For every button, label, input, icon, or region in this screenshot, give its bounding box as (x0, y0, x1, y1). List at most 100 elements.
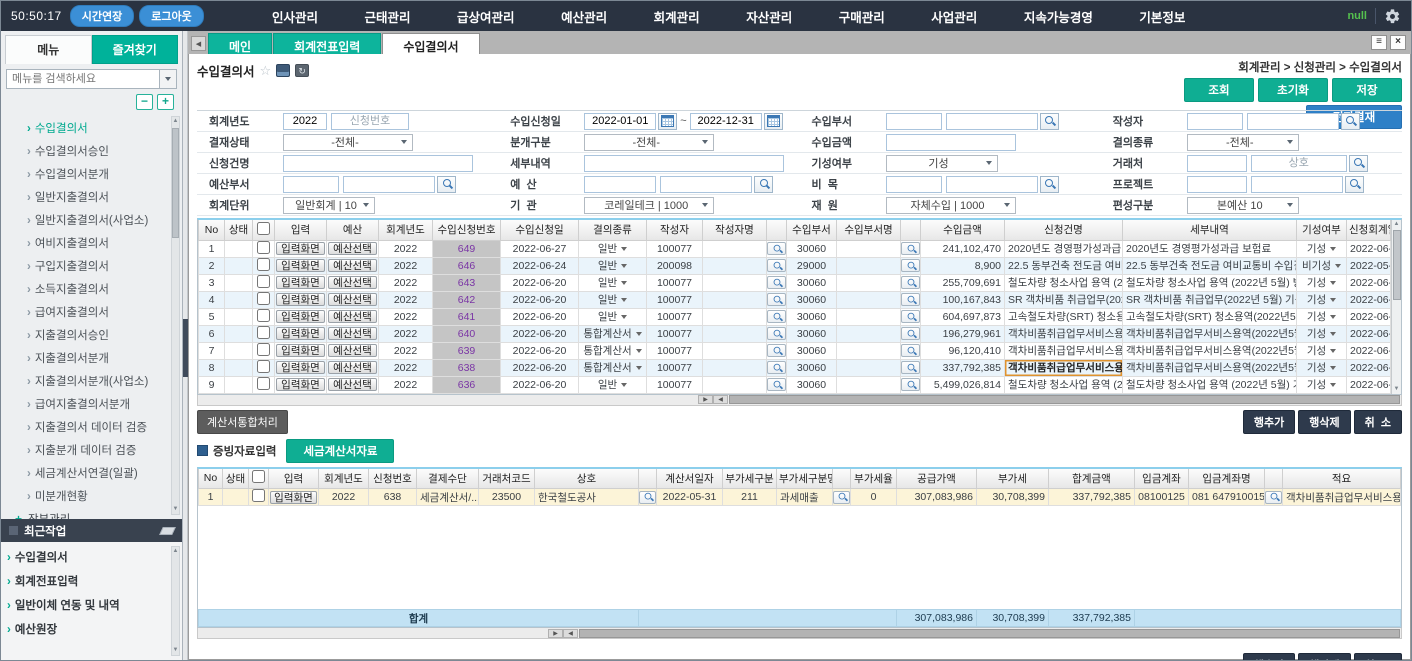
decision-type-cell-select[interactable]: 일반 (579, 240, 647, 257)
tree-item[interactable]: ›여비지출결의서 (27, 231, 168, 254)
budget-select-button[interactable]: 예산선택 (328, 327, 377, 340)
scroll-right-icon[interactable]: ▶ (548, 629, 563, 638)
scroll-down-icon[interactable]: ▼ (1394, 385, 1400, 394)
budget-select-button[interactable]: 예산선택 (328, 344, 377, 357)
tree-item[interactable]: ›지출분개 데이터 검증 (27, 438, 168, 461)
application-title-input[interactable] (283, 155, 473, 172)
cell-application-title[interactable]: 객차비품취급업무서비스용... (1005, 325, 1123, 342)
menu-assets[interactable]: 자산관리 (746, 7, 792, 26)
extend-time-button[interactable]: 시간연장 (70, 5, 134, 27)
scroll-right-icon[interactable]: ▶ (698, 395, 713, 404)
decision-type-cell-select[interactable]: 일반 (579, 308, 647, 325)
save-button[interactable]: 저장 (1332, 78, 1402, 102)
cell-application-title[interactable]: 객차비품취급업무서비스용역 (1005, 359, 1123, 376)
expense-item-code-input[interactable] (886, 176, 942, 193)
magnifier-icon[interactable] (901, 293, 920, 306)
decision-type-cell-select[interactable]: 일반 (579, 291, 647, 308)
decision-type-select[interactable]: -전체- (1187, 134, 1299, 151)
row-checkbox[interactable] (257, 241, 270, 254)
writer-code-input[interactable] (1187, 113, 1243, 130)
recent-item[interactable]: ›회계전표입력 (7, 569, 178, 593)
select-all-checkbox[interactable] (252, 470, 265, 483)
cell-application-title[interactable]: 고속철도차량(SRT) 청소용... (1005, 308, 1123, 325)
magnifier-icon[interactable] (1341, 113, 1360, 130)
scroll-thumb[interactable] (579, 629, 1400, 638)
tree-item[interactable]: ›미분개현황 (27, 484, 168, 507)
magnifier-icon[interactable] (901, 378, 920, 391)
tree-item[interactable]: +장부관리 (15, 507, 168, 519)
row-checkbox[interactable] (257, 360, 270, 373)
budget-select-button[interactable]: 예산선택 (328, 378, 377, 391)
application-no-input[interactable] (331, 113, 409, 130)
scroll-down-icon[interactable]: ▼ (173, 646, 179, 655)
sidebar-tab-menu[interactable]: 메뉴 (5, 35, 92, 64)
grid1-row[interactable]: 5 입력화면 예산선택 2022 641 2022-06-20 일반 1 (199, 308, 1391, 325)
input-screen-button[interactable]: 입력화면 (276, 276, 325, 289)
cancel-button[interactable]: 취 소 (1354, 410, 1402, 434)
decision-type-cell-select[interactable]: 통합계산서 (579, 342, 647, 359)
writer-name-input[interactable] (1247, 113, 1339, 130)
tree-item[interactable]: ›일반지출결의서 (27, 185, 168, 208)
reset-button[interactable]: 초기화 (1258, 78, 1328, 102)
menu-payroll[interactable]: 급상여관리 (457, 7, 515, 26)
detail-input[interactable] (584, 155, 784, 172)
recent-item[interactable]: ›수입결의서 (7, 545, 178, 569)
input-screen-button[interactable]: 입력화면 (276, 361, 325, 374)
cell-application-title[interactable]: 22.5 동부건축 전도금 여비... (1005, 257, 1123, 274)
tree-item[interactable]: ›수입결의서분개 (27, 162, 168, 185)
expense-item-name-input[interactable] (946, 176, 1038, 193)
menu-sustainability[interactable]: 지속가능경영 (1024, 7, 1093, 26)
calendar-icon[interactable] (764, 113, 783, 130)
expand-all-button[interactable]: + (157, 94, 174, 110)
tree-item[interactable]: ›세금계산서연결(일괄) (27, 461, 168, 484)
tree-item[interactable]: ›지출결의서분개(사업소) (27, 369, 168, 392)
project-code-input[interactable] (1187, 176, 1247, 193)
magnifier-icon[interactable] (901, 276, 920, 289)
budget-dept-code-input[interactable] (283, 176, 339, 193)
row-add-button[interactable]: 행추가 (1243, 653, 1295, 661)
screen-icon[interactable] (276, 64, 290, 77)
sidebar-tab-favorites[interactable]: 즐겨찾기 (92, 35, 179, 64)
input-screen-button[interactable]: 입력화면 (276, 293, 325, 306)
menu-accounting[interactable]: 회계관리 (654, 7, 700, 26)
sidebar-splitter[interactable] (183, 31, 188, 660)
tax-invoice-data-button[interactable]: 세금계산서자료 (286, 439, 394, 463)
budget-select-button[interactable]: 예산선택 (328, 276, 377, 289)
progress-cell-select[interactable]: 기성 (1297, 376, 1347, 393)
scroll-down-icon[interactable]: ▼ (173, 505, 179, 514)
decision-type-cell-select[interactable]: 통합계산서 (579, 325, 647, 342)
cell-application-title[interactable]: 객차비품취급업무서비스용... (1005, 342, 1123, 359)
scroll-thumb[interactable] (729, 395, 1400, 404)
magnifier-icon[interactable] (901, 361, 920, 374)
cell-application-title[interactable]: SR 객차비품 취급업무(202... (1005, 291, 1123, 308)
search-dropdown-icon[interactable] (160, 69, 177, 89)
magnifier-icon[interactable] (767, 378, 786, 391)
tree-item[interactable]: ›수입결의서 (27, 116, 168, 139)
budget-type-select[interactable]: 본예산 10 (1187, 197, 1299, 214)
window-close-icon[interactable]: × (1390, 35, 1406, 50)
row-checkbox[interactable] (257, 258, 270, 271)
grid1-row[interactable]: 3 입력화면 예산선택 2022 643 2022-06-20 일반 1 (199, 274, 1391, 291)
decision-type-cell-select[interactable]: 통합계산서 (579, 359, 647, 376)
menu-search-input[interactable] (6, 69, 160, 89)
tree-scrollbar[interactable]: ▲ ▼ (171, 116, 180, 515)
eraser-icon[interactable] (159, 527, 176, 535)
magnifier-icon[interactable] (639, 491, 656, 504)
accounting-unit-select[interactable]: 일반회계 | 10 (283, 197, 375, 214)
tree-item[interactable]: ›급여지출결의서 (27, 300, 168, 323)
progress-cell-select[interactable]: 기성 (1297, 342, 1347, 359)
magnifier-icon[interactable] (767, 327, 786, 340)
input-screen-button[interactable]: 입력화면 (276, 327, 325, 340)
tab-main[interactable]: 메인 (208, 33, 272, 54)
magnifier-icon[interactable] (767, 259, 786, 272)
progress-cell-select[interactable]: 기성 (1297, 274, 1347, 291)
budget-select-button[interactable]: 예산선택 (328, 259, 377, 272)
scroll-up-icon[interactable]: ▲ (173, 117, 179, 126)
progress-select[interactable]: 기성 (886, 155, 998, 172)
magnifier-icon[interactable] (767, 310, 786, 323)
logout-button[interactable]: 로그아웃 (139, 5, 203, 27)
grid1-vertical-scrollbar[interactable]: ▲ ▼ (1391, 220, 1401, 394)
journal-type-select[interactable]: -전체- (584, 134, 714, 151)
input-screen-button[interactable]: 입력화면 (276, 310, 325, 323)
tree-item[interactable]: ›급여지출결의서분개 (27, 392, 168, 415)
